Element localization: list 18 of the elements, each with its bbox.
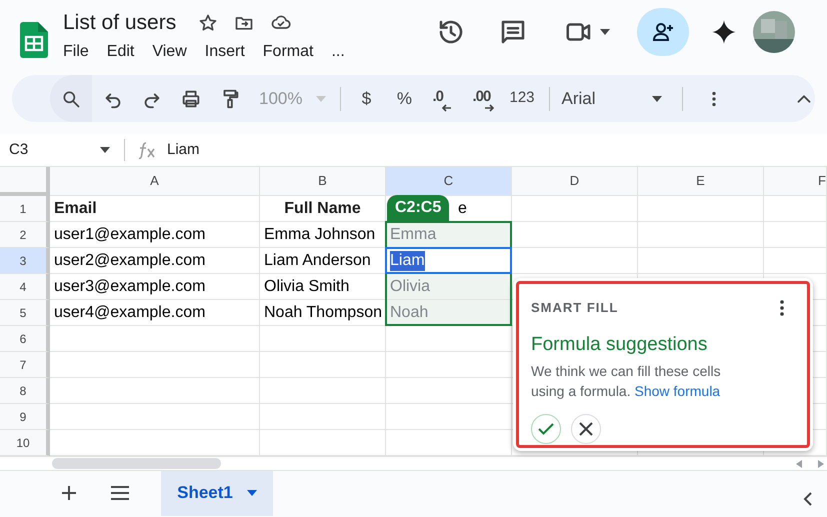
cell-text: Email xyxy=(53,198,98,218)
selected-text: Liam xyxy=(390,250,425,270)
suggested-text: Emma xyxy=(389,224,438,244)
card-message: We think we can fill these cells using a formula. Show formula xyxy=(531,362,722,401)
cell-text: user2@example.com xyxy=(53,250,206,270)
range-tooltip: C2:C5 xyxy=(387,195,450,221)
card-title: Formula suggestions xyxy=(531,332,708,356)
card-label: SMART FILL xyxy=(531,299,618,317)
cell-text: user1@example.com xyxy=(53,224,206,244)
cell-text: Olivia Smith xyxy=(263,276,350,296)
cell-text: e xyxy=(458,198,467,218)
cell-text: Full Name xyxy=(283,198,362,218)
suggested-text: Olivia xyxy=(389,276,432,296)
cell-text: Liam Anderson xyxy=(263,250,372,270)
cell-text: user3@example.com xyxy=(53,276,206,296)
cell-text: user4@example.com xyxy=(53,302,206,322)
suggested-text: Noah xyxy=(389,302,430,322)
cell-text: Emma Johnson xyxy=(263,224,376,244)
